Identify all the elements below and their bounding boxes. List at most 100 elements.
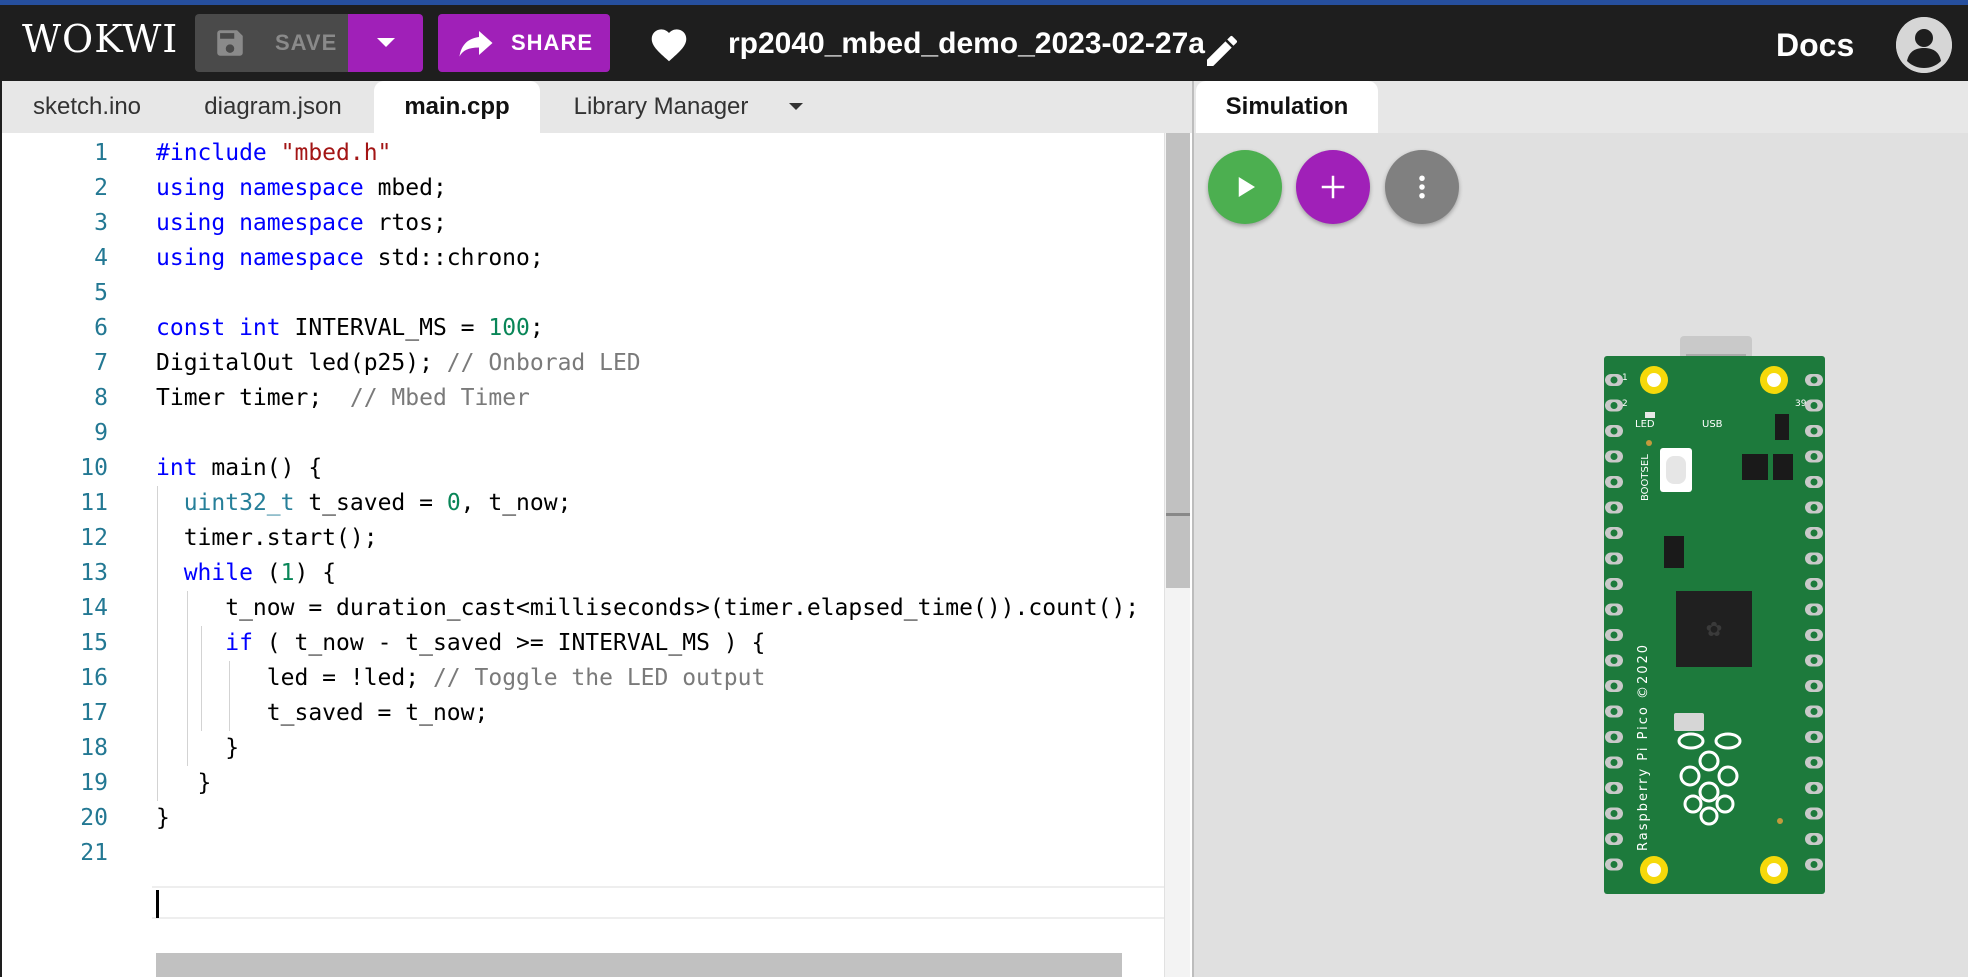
- horizontal-scrollbar-thumb[interactable]: [156, 953, 1122, 977]
- line-number: 18: [80, 735, 108, 761]
- header-pin-hole: [1610, 580, 1618, 588]
- code-text: using namespace rtos;: [156, 206, 447, 241]
- code-line: 6 const int INTERVAL_MS = 100;: [2, 311, 1164, 346]
- smd-component: [1674, 713, 1704, 731]
- docs-link[interactable]: Docs: [1776, 27, 1854, 64]
- header-pin-hole: [1610, 682, 1618, 690]
- user-avatar[interactable]: [1896, 17, 1952, 73]
- header-pin-hole: [1610, 835, 1618, 843]
- heart-icon[interactable]: [648, 25, 690, 63]
- code-line: 2 using namespace mbed;: [2, 171, 1164, 206]
- line-number: 4: [94, 245, 108, 271]
- indent-guide: [201, 626, 202, 731]
- code-line: 7 DigitalOut led(p25); // Onborad LED: [2, 346, 1164, 381]
- line-number: 19: [80, 770, 108, 796]
- line-number: 14: [80, 595, 108, 621]
- add-part-button[interactable]: [1296, 150, 1370, 224]
- code-token: if: [225, 630, 253, 656]
- play-icon: [1238, 177, 1255, 197]
- tab-diagram-json[interactable]: diagram.json: [172, 81, 374, 133]
- silk-bootsel-label: BOOTSEL: [1640, 454, 1651, 501]
- silk-usb-label: USB: [1702, 419, 1723, 430]
- header-pin-hole: [1810, 478, 1818, 486]
- header-pin-hole: [1610, 478, 1618, 486]
- code-token: mbed;: [377, 175, 447, 201]
- share-button[interactable]: SHARE: [438, 14, 610, 72]
- line-number: 2: [94, 175, 108, 201]
- header-pin-hole: [1610, 861, 1618, 868]
- start-simulation-button[interactable]: [1208, 150, 1282, 224]
- code-text: #include "mbed.h": [156, 136, 391, 171]
- code-text: const int INTERVAL_MS = 100;: [156, 311, 544, 346]
- project-title[interactable]: rp2040_mbed_demo_2023-02-27a: [728, 27, 1205, 61]
- smd-component: [1742, 454, 1768, 480]
- line-number: 3: [94, 210, 108, 236]
- tab-library-manager[interactable]: Library Manager: [540, 81, 782, 133]
- code-token: const int: [156, 315, 295, 341]
- silk-pin-1: 1: [1622, 373, 1628, 383]
- header-pin-hole: [1810, 376, 1818, 384]
- header-pin-hole: [1610, 606, 1618, 613]
- rp2040-chip-logo: ✿: [1706, 617, 1723, 641]
- tabs-menu-chevron-icon[interactable]: [784, 97, 808, 117]
- code-line: 18 }: [2, 731, 1164, 766]
- edit-icon[interactable]: [1202, 31, 1242, 71]
- tab-sketch-ino[interactable]: sketch.ino: [2, 81, 172, 133]
- add-part-icon: [1321, 175, 1345, 199]
- header-pin-hole: [1810, 861, 1818, 868]
- raspberry-pi-pico-board[interactable]: 1 2 39 LED USB BOOTSEL ✿ Raspberry Pi Pi…: [1602, 336, 1827, 896]
- wokwi-logo[interactable]: WOKWI: [22, 17, 178, 61]
- header-pin-hole: [1810, 810, 1818, 817]
- header-pin-hole: [1610, 733, 1618, 741]
- header-pin-hole: [1610, 376, 1618, 384]
- code-line: 10 int main() {: [2, 451, 1164, 486]
- line-number: 12: [80, 525, 108, 551]
- code-token: int: [156, 455, 212, 481]
- line-number: 1: [94, 140, 108, 166]
- simulation-tabs: Simulation: [1194, 81, 1968, 133]
- smd-component: [1664, 536, 1684, 568]
- header-pin-hole: [1810, 580, 1818, 588]
- code-token: main() {: [211, 455, 323, 481]
- line-number: 21: [80, 840, 108, 866]
- tab-simulation[interactable]: Simulation: [1196, 81, 1378, 133]
- indent-guide: [187, 591, 188, 766]
- header-pin-hole: [1610, 555, 1618, 562]
- silk-led-label: LED: [1635, 419, 1655, 430]
- code-token: Timer timer;: [156, 385, 350, 411]
- save-options-dropdown[interactable]: [348, 14, 423, 72]
- line-number: 20: [80, 805, 108, 831]
- header-pin-hole: [1610, 504, 1618, 511]
- editor-pane: sketch.ino diagram.json main.cpp Library…: [2, 81, 1192, 977]
- code-editor[interactable]: 1 #include "mbed.h" 2 using namespace mbed;…: [2, 133, 1164, 977]
- code-line: 15 if ( t_now - t_saved >= INTERVAL_MS )…: [2, 626, 1164, 661]
- code-token: std::chrono;: [377, 245, 544, 271]
- code-token: // Onborad LED: [446, 350, 641, 376]
- code-token: , t_now;: [460, 490, 572, 516]
- header-pin-hole: [1810, 504, 1818, 511]
- header-pin-hole: [1810, 427, 1818, 435]
- code-token: 100: [488, 315, 530, 341]
- code-line: 3 using namespace rtos;: [2, 206, 1164, 241]
- code-token: ) {: [294, 560, 337, 586]
- test-point: [1777, 818, 1783, 824]
- code-text: }: [156, 731, 239, 766]
- header-pin-hole: [1810, 529, 1818, 537]
- code-line: 5: [2, 276, 1164, 311]
- header-pin-hole: [1610, 631, 1618, 639]
- code-line: 4 using namespace std::chrono;: [2, 241, 1164, 276]
- code-token: (: [266, 560, 281, 586]
- vertical-scrollbar-thumb[interactable]: [1166, 133, 1190, 588]
- code-token: while: [183, 560, 267, 586]
- save-button[interactable]: SAVE: [195, 14, 348, 72]
- line-number: 8: [94, 385, 108, 411]
- line-number: 7: [94, 350, 108, 376]
- line-number: 5: [94, 280, 108, 306]
- share-icon: [459, 31, 493, 57]
- header-pin-hole: [1810, 453, 1818, 460]
- more-options-button[interactable]: [1385, 150, 1459, 224]
- code-token: using namespace: [156, 245, 378, 271]
- code-text: }: [156, 766, 212, 801]
- tab-main-cpp[interactable]: main.cpp: [374, 81, 540, 133]
